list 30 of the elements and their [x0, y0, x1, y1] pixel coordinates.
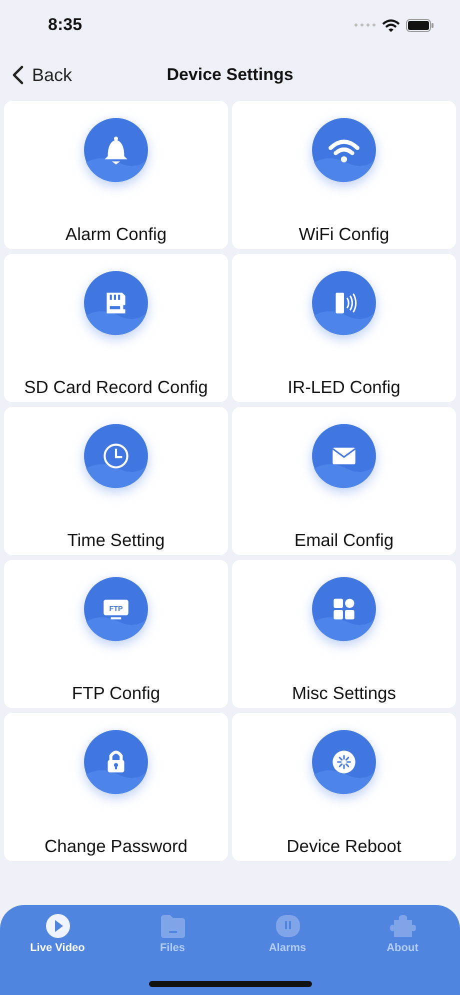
status-time: 8:35 — [48, 15, 82, 35]
monitor-icon: FTP — [83, 576, 149, 642]
sd-card-icon — [83, 270, 149, 336]
settings-tile[interactable]: Device Reboot — [232, 713, 456, 861]
settings-tile[interactable]: Misc Settings — [232, 560, 456, 708]
settings-tile[interactable]: SD Card Record Config — [4, 254, 228, 402]
battery-icon — [406, 18, 434, 32]
tab-item[interactable]: Live Video — [0, 905, 115, 995]
clock-icon — [83, 423, 149, 489]
back-button[interactable]: Back — [12, 64, 72, 86]
folder-icon — [158, 912, 186, 940]
settings-tile[interactable]: FTP FTP Config — [4, 560, 228, 708]
bell-icon — [83, 117, 149, 183]
tiles-icon — [311, 576, 377, 642]
settings-tile[interactable]: Change Password — [4, 713, 228, 861]
light-signal-icon — [311, 270, 377, 336]
screen-title: Device Settings — [166, 65, 294, 85]
settings-tile[interactable]: Alarm Config — [4, 101, 228, 249]
settings-tile[interactable]: WiFi Config — [232, 101, 456, 249]
loading-icon — [311, 729, 377, 795]
wifi-icon — [311, 117, 377, 183]
envelope-icon — [311, 423, 377, 489]
settings-tile[interactable]: IR-LED Config — [232, 254, 456, 402]
wifi-icon — [382, 18, 400, 32]
puzzle-icon — [388, 912, 416, 940]
settings-tile[interactable]: Email Config — [232, 407, 456, 555]
chevron-left-icon — [12, 65, 24, 85]
lock-icon — [83, 729, 149, 795]
settings-tile[interactable]: Time Setting — [4, 407, 228, 555]
signal-icon — [354, 23, 376, 27]
